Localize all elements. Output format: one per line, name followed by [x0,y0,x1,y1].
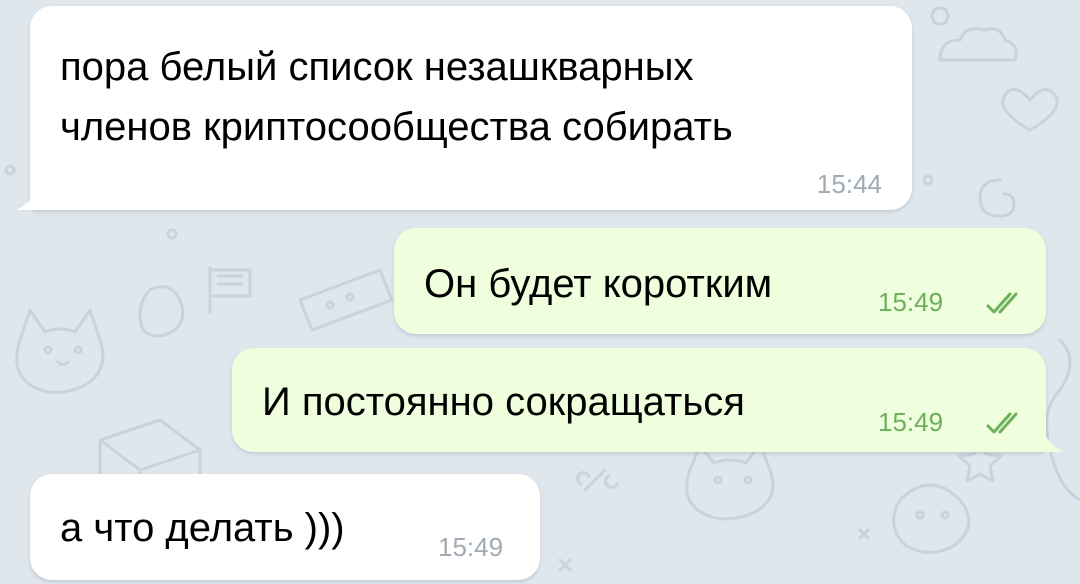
message-text: Он будет коротким [424,262,773,306]
message-bubble-incoming[interactable]: а что делать ))) 15:49 [30,474,540,580]
cat-doodle-icon [15,308,105,394]
heart-doodle-icon [1001,88,1059,132]
message-time: 15:49 [878,407,944,437]
double-check-icon [986,292,1018,314]
message-text: И постоянно сокращаться [262,380,745,424]
belt-doodle-icon [298,268,394,332]
message-bubble-outgoing[interactable]: И постоянно сокращаться 15:49 [232,348,1046,452]
flag-doodle-icon [208,266,252,314]
bubble-tail-icon [16,180,44,210]
message-bubble-outgoing[interactable]: Он будет коротким 15:49 [394,228,1046,334]
message-time: 15:49 [438,532,504,562]
message-bubble-incoming[interactable]: пора белый список незашкварных членов кр… [30,6,912,210]
message-text-line: членов криптосообщества собирать [60,105,733,149]
message-time: 15:49 [878,287,944,317]
bone-doodle-icon [576,468,619,492]
message-text-line: пора белый список незашкварных [60,45,694,89]
message-time: 15:44 [816,169,882,199]
bubble-tail-icon [1036,422,1064,452]
double-check-icon [986,412,1018,434]
message-text: а что делать ))) [60,506,345,550]
